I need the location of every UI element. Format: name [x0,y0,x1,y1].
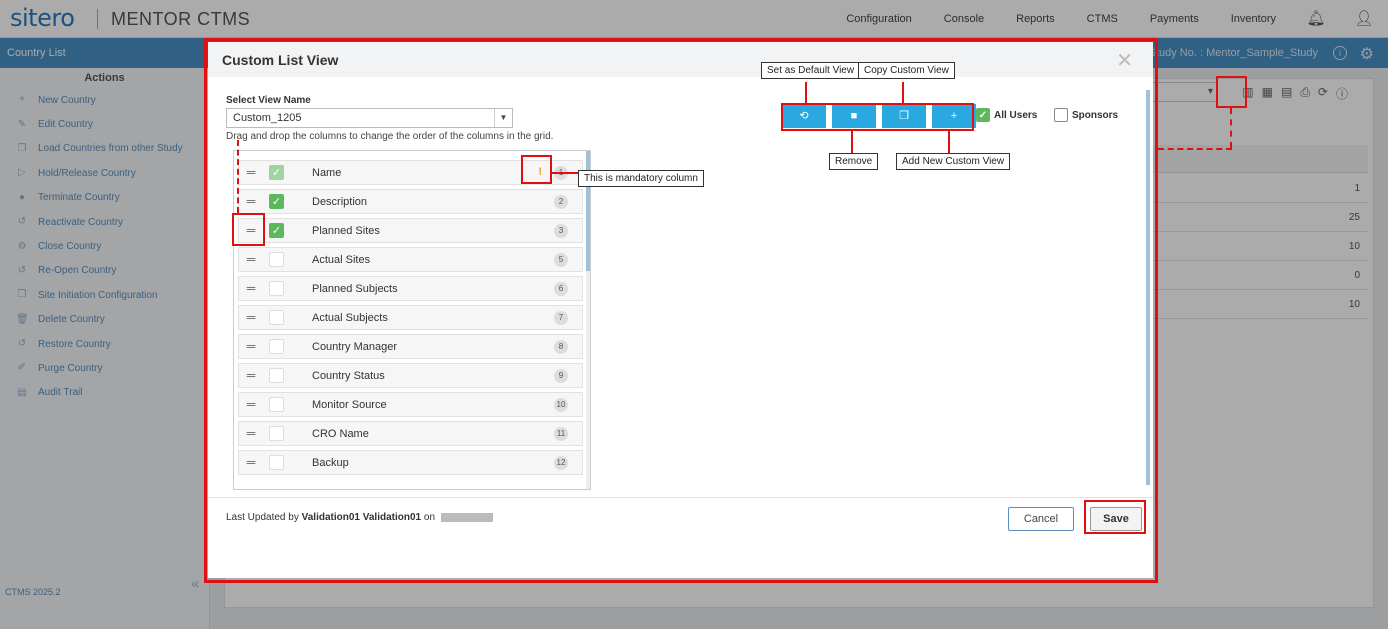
last-updated-on: on [423,512,436,523]
column-name: Planned Sites [312,225,380,237]
connector-line [948,131,950,153]
highlight-save-button [1084,500,1146,534]
column-checkbox[interactable] [269,281,284,296]
column-order-badge: 12 [554,456,568,470]
column-order-badge: 5 [554,253,568,267]
column-name: Monitor Source [312,399,387,411]
column-row-backup[interactable]: ═ Backup 12 [238,450,583,475]
cancel-button[interactable]: Cancel [1008,507,1074,531]
column-checkbox[interactable] [269,339,284,354]
column-checkbox[interactable] [269,397,284,412]
column-checkbox[interactable]: ✓ [269,194,284,209]
column-row-actual-sites[interactable]: ═ Actual Sites 5 [238,247,583,272]
last-updated-info: Last Updated by Validation01 Validation0… [226,512,493,523]
drag-handle-icon[interactable]: ═ [245,340,257,352]
dialog-footer: Last Updated by Validation01 Validation0… [208,497,1153,578]
drag-handle-icon[interactable]: ═ [245,311,257,323]
highlight-mandatory-icon [521,155,552,184]
column-row-monitor-source[interactable]: ═ Monitor Source 10 [238,392,583,417]
column-name: Name [312,167,342,179]
column-name: Actual Subjects [312,312,388,324]
column-row-actual-subjects[interactable]: ═ Actual Subjects 7 [238,305,583,330]
highlight-drag-handle [232,213,265,246]
last-updated-user: Validation01 Validation01 [301,512,422,523]
column-name: Country Status [312,370,385,382]
sponsors-checkbox[interactable]: Sponsors [1054,108,1118,122]
column-checkbox[interactable]: ✓ [269,165,284,180]
drag-handle-icon[interactable]: ═ [245,282,257,294]
drag-handle-icon[interactable]: ═ [245,427,257,439]
drag-handle-icon[interactable]: ═ [245,398,257,410]
callout-remove: Remove [829,153,879,170]
drag-handle-icon[interactable]: ═ [245,456,257,468]
column-order-badge: 3 [554,224,568,238]
highlight-action-buttons [781,103,974,131]
column-name: Planned Subjects [312,283,398,295]
column-order-badge: 9 [554,369,568,383]
all-users-check-box[interactable]: ✓ [976,108,990,122]
callout-add-new: Add New Custom View [896,153,1011,170]
dashed-connector [237,140,239,213]
drag-handle-icon[interactable]: ═ [245,195,257,207]
select-view-label: Select View Name [226,95,311,106]
redacted-date [440,512,493,522]
chevron-down-icon[interactable]: ▼ [494,109,512,127]
drag-handle-icon[interactable]: ═ [245,166,257,178]
column-name: Description [312,196,368,208]
connector-line [805,82,807,104]
connector-line [902,82,904,104]
column-row-cro-name[interactable]: ═ CRO Name 11 [238,421,583,446]
column-checkbox[interactable]: ✓ [269,223,284,238]
column-order-badge: 2 [554,195,568,209]
column-order-list: ═ ✓ Name ! 1 ═ ✓ Description 2 ═ ✓ Plann… [233,150,591,490]
all-users-checkbox[interactable]: ✓ All Users [976,108,1037,122]
close-icon[interactable]: ✕ [1116,48,1133,73]
column-order-badge: 8 [554,340,568,354]
callout-mandatory: This is mandatory column [578,170,704,187]
drag-handle-icon[interactable]: ═ [245,369,257,381]
highlight-custom-view-icon [1216,76,1247,108]
column-row-planned-subjects[interactable]: ═ Planned Subjects 6 [238,276,583,301]
column-name: Actual Sites [312,254,371,266]
column-order-badge: 10 [554,398,568,412]
drag-hint: Drag and drop the columns to change the … [226,131,554,142]
column-row-description[interactable]: ═ ✓ Description 2 [238,189,583,214]
dialog-scrollbar[interactable] [1146,90,1150,485]
column-checkbox[interactable] [269,455,284,470]
dashed-connector [1158,148,1232,150]
column-name: Backup [312,457,349,469]
custom-list-view-dialog: Custom List View ✕ Select View Name Cust… [208,42,1153,578]
column-checkbox[interactable] [269,426,284,441]
last-updated-prefix: Last Updated by [226,512,299,523]
view-name-select[interactable]: Custom_1205 ▼ [226,108,513,128]
drag-handle-icon[interactable]: ═ [245,253,257,265]
sponsors-label: Sponsors [1072,109,1119,121]
callout-set-default: Set as Default View [761,62,861,79]
column-checkbox[interactable] [269,252,284,267]
column-row-planned-sites[interactable]: ═ ✓ Planned Sites 3 [238,218,583,243]
column-checkbox[interactable] [269,310,284,325]
connector-line [851,131,853,153]
column-order-badge: 6 [554,282,568,296]
column-row-country-manager[interactable]: ═ Country Manager 8 [238,334,583,359]
dialog-header: Custom List View ✕ [208,42,1153,77]
all-users-label: All Users [994,109,1038,121]
callout-copy-view: Copy Custom View [858,62,955,79]
dialog-title: Custom List View [222,52,339,68]
column-order-badge: 7 [554,311,568,325]
column-row-country-status[interactable]: ═ Country Status 9 [238,363,583,388]
column-list-scrollbar[interactable] [586,151,590,489]
column-name: Country Manager [312,341,397,353]
sponsors-check-box[interactable] [1054,108,1068,122]
column-name: CRO Name [312,428,369,440]
dashed-connector [1230,108,1232,148]
selected-view-value: Custom_1205 [233,112,302,124]
column-order-badge: 11 [554,427,568,441]
connector-line [552,172,579,174]
column-checkbox[interactable] [269,368,284,383]
